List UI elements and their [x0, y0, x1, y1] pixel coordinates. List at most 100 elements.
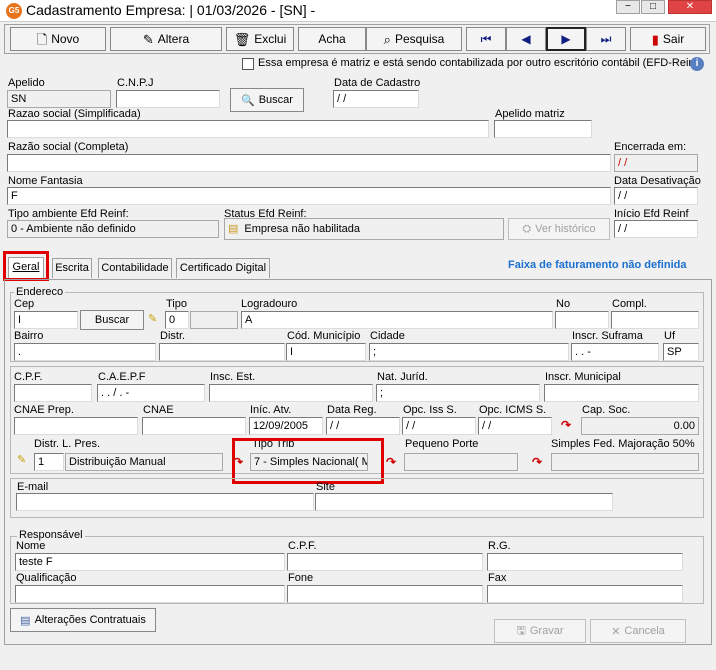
qualificacao-input[interactable]	[15, 585, 285, 603]
site-input[interactable]	[315, 493, 613, 511]
inicio-efd-input[interactable]: / /	[614, 220, 698, 238]
fax-input[interactable]	[487, 585, 683, 603]
sair-label: Sair	[662, 32, 685, 46]
logradouro-input[interactable]: A	[241, 311, 553, 329]
app-logo-icon: G5	[6, 3, 22, 19]
alteracoes-contratuais-button[interactable]: ▤ Alterações Contratuais	[10, 608, 156, 632]
history-icon: ⛭	[522, 222, 532, 235]
distr-l-pres-code-input[interactable]: 1	[34, 453, 64, 471]
data-desativacao-input[interactable]: / /	[614, 187, 698, 205]
data-cadastro-input[interactable]: / /	[333, 90, 419, 108]
pesquisa-button[interactable]: ⌕ Pesquisa	[366, 27, 462, 51]
exclui-button[interactable]: 🗑 Exclui	[226, 27, 294, 51]
cep-input[interactable]: I	[14, 311, 78, 329]
simples-majoracao-label: Simples Fed. Majoração 50%	[551, 438, 695, 450]
uf-input[interactable]: SP	[663, 343, 699, 361]
pencil-icon[interactable]: ✎	[17, 453, 26, 466]
razao-completa-input[interactable]	[7, 154, 611, 172]
refresh-arrow-icon[interactable]: ↷	[532, 455, 542, 469]
first-record-button[interactable]: ⏮	[466, 27, 506, 51]
prev-record-button[interactable]: ◀	[506, 27, 546, 51]
pencil-icon[interactable]: ✎	[148, 312, 157, 325]
encerrada-input[interactable]: / /	[614, 154, 698, 172]
nome-input[interactable]: teste F	[15, 553, 285, 571]
opc-icms-input[interactable]: / /	[478, 417, 552, 435]
cnae-label: CNAE	[143, 404, 174, 416]
cancela-button[interactable]: ✕ Cancela	[590, 619, 686, 643]
inic-atv-input[interactable]: 12/09/2005	[249, 417, 323, 435]
fone-input[interactable]	[287, 585, 483, 603]
faixa-warning: Faixa de faturamento não definida	[508, 259, 687, 271]
compl-input[interactable]	[611, 311, 699, 329]
altera-button[interactable]: ✎ Altera	[110, 27, 222, 51]
caepf-label: C.A.E.P.F	[98, 371, 146, 383]
tab-certificado[interactable]: Certificado Digital	[176, 258, 270, 278]
caepf-input[interactable]: . . / . -	[97, 384, 205, 402]
alteracoes-label: Alterações Contratuais	[34, 614, 146, 626]
cpf-input[interactable]	[14, 384, 92, 402]
nome-fantasia-input[interactable]: F	[7, 187, 611, 205]
search-icon: 🔍	[241, 94, 255, 107]
tab-escrita[interactable]: Escrita	[52, 258, 92, 278]
cnae-prep-input[interactable]	[14, 417, 138, 435]
cnpj-input[interactable]	[116, 90, 220, 108]
nat-jurid-input[interactable]: ;	[376, 384, 540, 402]
bairro-input[interactable]: .	[14, 343, 156, 361]
sair-button[interactable]: ▮ Sair	[630, 27, 706, 51]
tab-contabilidade[interactable]: Contabilidade	[98, 258, 172, 278]
pequeno-porte-label: Pequeno Porte	[405, 438, 479, 450]
cnae-input[interactable]	[142, 417, 246, 435]
fone-label: Fone	[288, 572, 314, 584]
numero-label: No	[556, 298, 571, 310]
opc-iss-input[interactable]: / /	[402, 417, 476, 435]
tab-geral-highlight	[3, 251, 49, 281]
novo-button[interactable]: 🗋 Novo	[10, 27, 106, 51]
info-icon[interactable]: i	[690, 57, 704, 71]
cancel-x-icon: ✕	[611, 625, 621, 638]
acha-label: Acha	[318, 32, 346, 46]
close-button[interactable]: ✕	[668, 0, 712, 14]
insc-est-input[interactable]	[209, 384, 373, 402]
cancela-label: Cancela	[624, 625, 665, 637]
compl-label: Compl.	[612, 298, 647, 310]
next-record-button[interactable]: ▶	[546, 27, 586, 51]
maximize-button[interactable]: □	[641, 0, 665, 14]
cod-municipio-input[interactable]: I	[286, 343, 366, 361]
status-efd-value: Empresa não habilitada	[244, 223, 360, 235]
cpf-label: C.P.F.	[14, 371, 43, 383]
minimize-button[interactable]: −	[616, 0, 640, 14]
matriz-checkbox[interactable]	[242, 58, 254, 70]
ver-historico-button[interactable]: ⛭ Ver histórico	[508, 218, 610, 240]
insc-municipal-label: Inscr. Municipal	[545, 371, 621, 383]
inscr-suframa-label: Inscr. Suframa	[572, 330, 643, 342]
last-record-button[interactable]: ⏭	[586, 27, 626, 51]
acha-button[interactable]: Acha	[298, 27, 366, 51]
apelido-input[interactable]: SN	[7, 90, 111, 108]
buscar-cnpj-button[interactable]: 🔍 Buscar	[230, 88, 304, 112]
opc-icms-label: Opc. ICMS S.	[479, 404, 547, 416]
buscar-cep-button[interactable]: Buscar	[80, 310, 144, 330]
tipo-desc-field	[190, 311, 238, 329]
tipo-input[interactable]: 0	[165, 311, 189, 329]
resp-cpf-input[interactable]	[287, 553, 483, 571]
insc-municipal-input[interactable]	[544, 384, 699, 402]
inscr-suframa-input[interactable]: . . -	[571, 343, 659, 361]
altera-label: Altera	[157, 32, 190, 46]
apelido-matriz-input[interactable]	[494, 120, 592, 138]
refresh-arrow-icon[interactable]: ↷	[386, 455, 396, 469]
refresh-arrow-icon[interactable]: ↷	[561, 418, 571, 432]
cidade-input[interactable]: ;	[369, 343, 569, 361]
cnae-prep-label: CNAE Prep.	[14, 404, 74, 416]
exit-door-icon: ▮	[651, 31, 659, 47]
razao-simplificada-input[interactable]	[7, 120, 489, 138]
matriz-check-label: Essa empresa é matriz e está sendo conta…	[258, 57, 698, 69]
cidade-label: Cidade	[370, 330, 405, 342]
data-reg-input[interactable]: / /	[326, 417, 400, 435]
numero-input[interactable]	[555, 311, 609, 329]
rg-input[interactable]	[487, 553, 683, 571]
gravar-label: Gravar	[529, 625, 564, 637]
ver-historico-label: Ver histórico	[535, 223, 596, 235]
email-input[interactable]	[16, 493, 314, 511]
distrito-input[interactable]	[159, 343, 285, 361]
gravar-button[interactable]: 🖫 Gravar	[494, 619, 586, 643]
